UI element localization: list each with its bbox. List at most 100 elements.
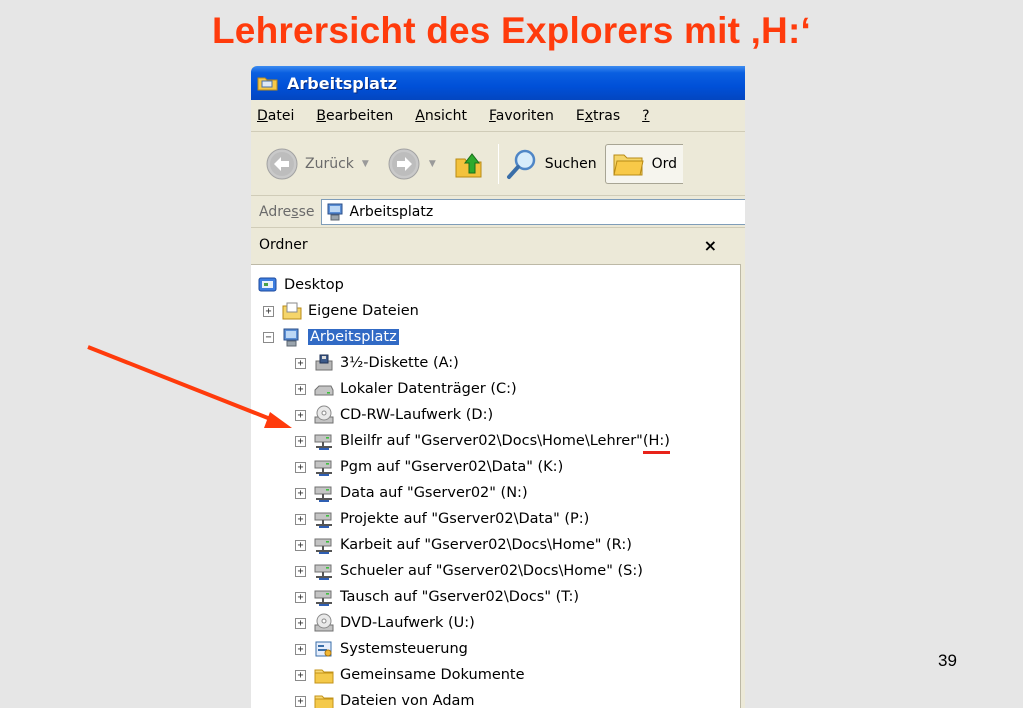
- expand-icon[interactable]: +: [295, 487, 306, 499]
- network-drive-icon: [314, 512, 332, 528]
- page-number: 39: [938, 651, 957, 670]
- cd-drive-icon: [314, 405, 334, 424]
- up-folder-icon: [455, 152, 482, 177]
- tree-item-label: 3½-Diskette (A:): [340, 355, 459, 371]
- tree-item[interactable]: + Eigene Dateien: [263, 299, 419, 323]
- tree-item-label: Lokaler Datenträger (C:): [340, 381, 517, 397]
- toolbar: Zurück ▼ ▼ Suchen Ord: [251, 132, 745, 196]
- expand-icon[interactable]: +: [295, 539, 306, 551]
- menu-extras[interactable]: Extras: [576, 108, 620, 124]
- tree-item-label: Tausch auf "Gserver02\Docs" (T:): [340, 589, 580, 605]
- tree-item-label: Karbeit auf "Gserver02\Docs\Home" (R:): [340, 537, 632, 553]
- explorer-window: Arbeitsplatz Datei Bearbeiten Ansicht Fa…: [251, 66, 745, 708]
- search-button[interactable]: Suchen: [505, 147, 597, 181]
- computer-icon: [327, 203, 342, 220]
- folder-tree: Desktop + Eigene Dateien − Arbeitsplatz +3½-D…: [251, 264, 745, 708]
- forward-button[interactable]: ▼: [387, 147, 446, 181]
- expand-icon[interactable]: +: [295, 357, 306, 369]
- expand-icon[interactable]: +: [295, 617, 306, 629]
- back-arrow-icon: [266, 148, 298, 179]
- folder-icon: [314, 669, 334, 684]
- expand-icon[interactable]: +: [295, 695, 306, 707]
- tree-item[interactable]: + Karbeit auf "Gserver02\Docs\Home" (R:): [295, 533, 632, 557]
- folder-icon: [314, 695, 334, 708]
- red-underline: [642, 451, 670, 454]
- desktop-icon: [258, 277, 277, 292]
- network-drive-icon: [314, 434, 332, 450]
- tree-item-label: Bleilfr auf "Gserver02\Docs\Home\Lehrer": [340, 433, 643, 449]
- floppy-drive-icon: [315, 354, 333, 371]
- network-drive-icon: [314, 564, 332, 580]
- network-drive-icon: [314, 538, 332, 554]
- control-panel-icon: [315, 641, 332, 657]
- tree-item[interactable]: + Lokaler Datenträger (C:): [295, 377, 517, 401]
- expand-icon[interactable]: +: [295, 435, 306, 447]
- tree-item[interactable]: + Data auf "Gserver02" (N:): [295, 481, 528, 505]
- pane-splitter[interactable]: [740, 264, 745, 708]
- back-button[interactable]: Zurück ▼: [265, 147, 379, 181]
- expand-icon[interactable]: +: [295, 643, 306, 655]
- documents-folder-icon: [282, 302, 302, 320]
- tree-item[interactable]: + DVD-Laufwerk (U:): [295, 611, 475, 635]
- expand-icon[interactable]: +: [263, 305, 274, 317]
- menu-bar: Datei Bearbeiten Ansicht Favoriten Extra…: [251, 100, 745, 132]
- slide-title: Lehrersicht des Explorers mit ‚H:‘: [212, 10, 811, 51]
- expand-icon[interactable]: +: [295, 461, 306, 473]
- expand-icon[interactable]: +: [295, 383, 306, 395]
- folders-button[interactable]: Ord: [604, 143, 683, 184]
- tree-item[interactable]: + Dateien von Adam: [295, 689, 475, 708]
- chevron-down-icon[interactable]: ▼: [362, 159, 369, 169]
- expand-icon[interactable]: +: [295, 591, 306, 603]
- tree-item[interactable]: + Bleilfr auf "Gserver02\Docs\Home\Lehrer…: [295, 429, 670, 454]
- tree-item[interactable]: + Pgm auf "Gserver02\Data" (K:): [295, 455, 563, 479]
- tree-item-label: Eigene Dateien: [308, 303, 419, 319]
- menu-help[interactable]: ?: [642, 108, 649, 124]
- close-icon[interactable]: ×: [704, 236, 717, 255]
- expand-icon[interactable]: +: [295, 513, 306, 525]
- cd-drive-icon: [314, 613, 334, 632]
- drive-letter-highlight: (H:): [642, 433, 670, 454]
- address-value: Arbeitsplatz: [349, 203, 434, 220]
- window-title: Arbeitsplatz: [287, 73, 397, 93]
- tree-item-label: CD-RW-Laufwerk (D:): [340, 407, 494, 423]
- tree-item-label: Pgm auf "Gserver02\Data" (K:): [340, 459, 564, 475]
- menu-bearbeiten[interactable]: Bearbeiten: [316, 108, 393, 124]
- computer-icon: [283, 328, 299, 347]
- address-input[interactable]: Arbeitsplatz: [320, 198, 745, 225]
- expand-icon[interactable]: +: [295, 565, 306, 577]
- address-label: Adresse: [259, 203, 315, 220]
- computer-folder-icon: [257, 77, 278, 91]
- folder-pane-title: Ordner: [259, 237, 308, 253]
- tree-item[interactable]: +3½-Diskette (A:): [295, 351, 459, 375]
- forward-arrow-icon: [388, 148, 420, 179]
- tree-item-label: Desktop: [284, 277, 344, 293]
- collapse-icon[interactable]: −: [263, 331, 274, 343]
- tree-item[interactable]: − Arbeitsplatz: [263, 325, 399, 349]
- tree-item-label: Schueler auf "Gserver02\Docs\Home" (S:): [340, 563, 643, 579]
- title-bar[interactable]: Arbeitsplatz: [251, 66, 745, 100]
- tree-item[interactable]: + CD-RW-Laufwerk (D:): [295, 403, 493, 427]
- up-folder-button[interactable]: [454, 147, 484, 181]
- tree-item-label: DVD-Laufwerk (U:): [340, 615, 475, 631]
- expand-icon[interactable]: +: [295, 409, 306, 421]
- expand-icon[interactable]: +: [295, 669, 306, 681]
- drive-letter-label: (H:): [642, 433, 670, 449]
- tree-item[interactable]: + Projekte auf "Gserver02\Data" (P:): [295, 507, 589, 531]
- hard-drive-icon: [314, 385, 334, 396]
- tree-item-label: Dateien von Adam: [340, 693, 475, 708]
- tree-item-label: Projekte auf "Gserver02\Data" (P:): [340, 511, 590, 527]
- folder-pane-header: Ordner ×: [251, 228, 745, 262]
- menu-datei[interactable]: Datei: [257, 108, 294, 124]
- tree-item-label: Arbeitsplatz: [308, 329, 399, 345]
- folders-icon: [612, 154, 644, 175]
- tree-item-label: Systemsteuerung: [340, 641, 468, 657]
- network-drive-icon: [314, 590, 332, 606]
- tree-item[interactable]: + Schueler auf "Gserver02\Docs\Home" (S:): [295, 559, 643, 583]
- tree-item[interactable]: + Tausch auf "Gserver02\Docs" (T:): [295, 585, 579, 609]
- chevron-down-icon[interactable]: ▼: [429, 159, 436, 169]
- tree-item[interactable]: + Systemsteuerung: [295, 637, 468, 661]
- menu-ansicht[interactable]: Ansicht: [415, 108, 467, 124]
- tree-item[interactable]: Desktop: [257, 273, 344, 297]
- tree-item[interactable]: + Gemeinsame Dokumente: [295, 663, 525, 687]
- menu-favoriten[interactable]: Favoriten: [489, 108, 554, 124]
